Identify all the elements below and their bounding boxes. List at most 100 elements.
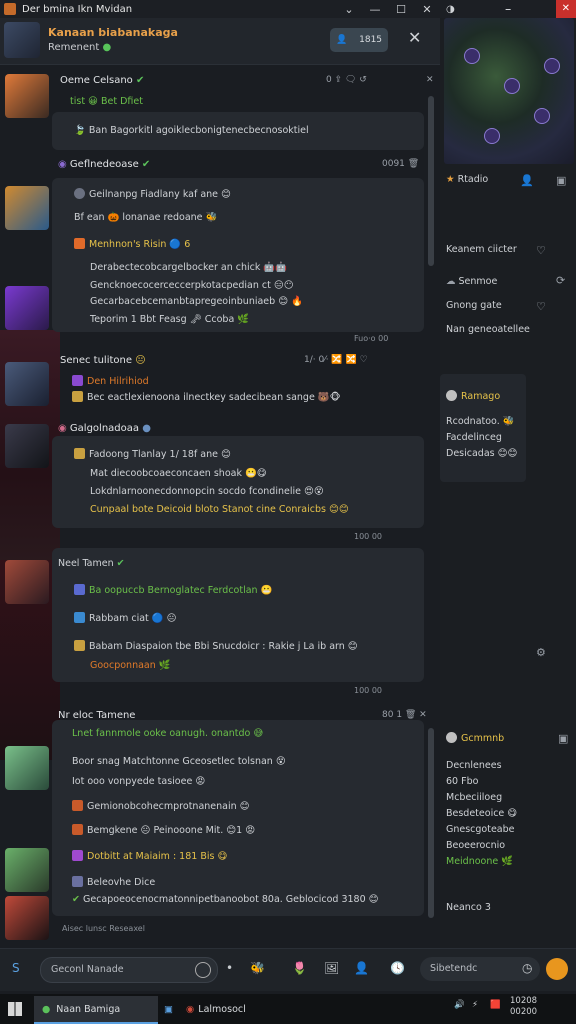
avatar[interactable]	[5, 186, 49, 230]
close-icon[interactable]: ✕	[426, 75, 434, 85]
avatar[interactable]	[5, 746, 49, 790]
rp-card-title[interactable]: Nan geneoatellee	[446, 324, 530, 335]
chevron-down-icon[interactable]: ⌄	[336, 3, 362, 16]
user-icon: 👤	[335, 35, 348, 45]
message-line: Mat diecoobcoaeconcaen shoak 😬😋	[90, 468, 267, 479]
close-chat-button[interactable]: ✕	[408, 28, 421, 47]
message-line: Iot ooo vonpyede tasioee 😡	[72, 776, 206, 787]
message-line: Rabbam ciat 🔵 😐	[74, 612, 177, 624]
online-icon: ●	[102, 42, 112, 53]
badge-icon	[72, 850, 83, 861]
message-bubble: Lnet fannmole ooke oanugh. onantdo 😅 Boo…	[52, 720, 424, 916]
avatar[interactable]	[5, 362, 49, 406]
app-logo-icon: S	[12, 961, 20, 975]
avatar[interactable]	[5, 848, 49, 892]
avatar[interactable]	[5, 74, 49, 118]
badge-icon	[74, 448, 85, 459]
rp-card-title[interactable]: Keanem ciicter	[446, 244, 517, 255]
rp-card-title[interactable]: ☁ Senmoe	[446, 276, 497, 287]
message-toolbar[interactable]: 0 ⇪ 🗨 ↺	[326, 75, 367, 85]
participants-pill[interactable]: 👤 1815	[330, 28, 388, 52]
history-icon[interactable]: 🕓	[390, 961, 405, 975]
message-line: Dotbitt at Maiaim : 181 Bis 😋	[72, 850, 227, 862]
send-button[interactable]	[546, 958, 568, 980]
message-line: Teporim 1 Bbt Feasg 🗝 Ccoba 🌿	[90, 314, 250, 325]
sticker-icon[interactable]: 🐝	[250, 961, 265, 975]
clock-icon[interactable]: ◷	[522, 961, 532, 975]
scrollbar[interactable]	[428, 728, 434, 918]
avatar[interactable]	[5, 560, 49, 604]
maximize-button[interactable]: ☐	[388, 3, 414, 16]
badge-icon	[74, 612, 85, 623]
avatar[interactable]	[5, 286, 49, 330]
rp-card-line: Rcodnatoo. 🐝	[446, 416, 515, 427]
verified-icon: ✔	[136, 75, 145, 86]
message-toolbar[interactable]: 80 1 🗑 ✕	[382, 710, 427, 720]
rp-card-line: Desicadas 😊😊	[446, 448, 518, 459]
badge-icon	[72, 824, 83, 835]
badge-icon	[74, 640, 85, 651]
close-window-button[interactable]: ✕	[555, 0, 576, 18]
save-icon[interactable]: ▣	[556, 174, 566, 187]
badge-icon	[72, 375, 83, 386]
emoji-icon: 😐	[135, 355, 146, 366]
leaf-icon: 🍃	[74, 125, 86, 136]
secondary-placeholder: Sibetendc	[430, 963, 478, 974]
fire-icon: 🔥	[291, 296, 303, 307]
refresh-icon[interactable]: ⟳	[556, 274, 565, 287]
message-line: Cunpaal bote Deicoid bloto Stanot cine C…	[90, 504, 349, 515]
taskbar-icon[interactable]: ▣	[164, 996, 180, 1022]
rp-card-line: Facdelinceg	[446, 432, 502, 443]
window-icon: ▣	[164, 1003, 173, 1015]
heart-icon[interactable]: ♡	[536, 244, 546, 257]
message-sender: ◉ Galgolnadoaa ●	[58, 423, 151, 434]
user-icon[interactable]: 👤	[354, 961, 369, 975]
avatar[interactable]	[4, 22, 40, 58]
game-stream-thumbnail[interactable]	[444, 18, 574, 164]
verified-icon: ✔	[116, 558, 125, 569]
clock[interactable]: 10208 00200	[510, 996, 537, 1018]
image-icon[interactable]: 🖼	[324, 961, 339, 975]
cloud-icon: ☁	[446, 276, 456, 287]
message-input[interactable]: Geconl Nanade	[40, 957, 218, 983]
avatar[interactable]	[5, 896, 49, 940]
minimize-button[interactable]: —	[362, 3, 388, 16]
notification-icon[interactable]: 🟥	[490, 1000, 501, 1010]
message-toolbar[interactable]: 1/· 0⁄· 🔀 🔀 ♡	[304, 355, 368, 365]
message-toolbar[interactable]: 0091 🗑	[382, 159, 419, 169]
save-icon[interactable]: ▣	[558, 732, 568, 745]
minimize-button[interactable]: ⎯	[500, 4, 517, 15]
message-line: Babam Diaspaion tbe Bbi Snucdoicr : Raki…	[74, 640, 358, 652]
message-line: Derabectecobcargelbocker an chick 🤖🤖	[90, 262, 288, 273]
user-icon[interactable]: 👤	[520, 174, 534, 187]
taskbar-app[interactable]: ● Naan Bamiga	[34, 996, 158, 1024]
message-bubble: Fadoong Tlanlay 1/ 18f ane 😊 Mat diecoob…	[52, 436, 424, 528]
message-line: Bec eactlexienoona ilnectkey sadecibean …	[72, 391, 341, 403]
theme-icon[interactable]: ◑	[440, 4, 461, 15]
volume-icon[interactable]: 🔊	[454, 1000, 465, 1010]
info-icon: ●	[142, 423, 151, 434]
message-line: 🍃 Ban Bagorkitl agoiklecbonigtenecbecnos…	[74, 125, 309, 136]
emoji-icon[interactable]	[195, 962, 211, 978]
message-line: Lokdnlarnoonecdonnopcin socdo fcondineli…	[90, 486, 324, 497]
rp-card-title[interactable]: Gcmmnb	[446, 732, 504, 744]
checkmark-icon: ✔	[72, 894, 80, 905]
rp-card[interactable]: Ramago Rcodnatoo. 🐝 Facdelinceg Desicada…	[440, 374, 526, 482]
flower-icon[interactable]: 🌷	[292, 961, 307, 975]
avatar[interactable]	[5, 424, 49, 468]
scrollbar[interactable]	[428, 96, 434, 266]
heart-icon[interactable]: ♡	[536, 300, 546, 313]
close-window-button[interactable]: ✕	[414, 3, 440, 16]
start-icon[interactable]	[8, 1002, 22, 1016]
power-icon[interactable]: ⚡	[472, 1000, 478, 1010]
rp-card-title[interactable]: Gnong gate	[446, 300, 502, 311]
rp-card-title[interactable]: ★ Rtadio	[446, 174, 488, 185]
composer-bar: S Geconl Nanade • 🐝 🌷 🖼 👤 🕓 Sibetendc ◷	[0, 948, 576, 991]
settings-icon[interactable]: ⚙	[536, 646, 546, 659]
badge-icon	[74, 238, 85, 249]
rp-card-title: Ramago	[446, 390, 500, 402]
message-meta: Fuo·o 00	[354, 334, 389, 343]
message-line: Fadoong Tlanlay 1/ 18f ane 😊	[74, 448, 231, 460]
taskbar-app[interactable]: ◉ Lalmosocl	[186, 996, 246, 1022]
message-sender: Oeme Celsano ✔	[60, 75, 145, 86]
